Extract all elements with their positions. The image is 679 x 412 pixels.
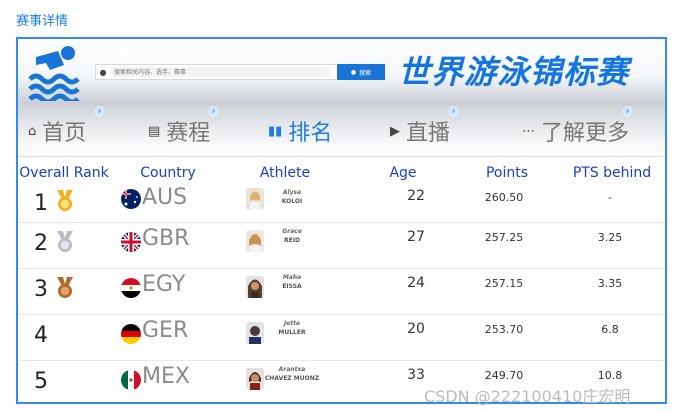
athlete-last-name: CHAVEZ MUONZ [264,375,320,382]
athlete-avatar [246,188,264,210]
rank-value: 1 [34,191,48,216]
points-value: 253.70 [484,323,524,336]
play-icon: ▶ [390,123,400,139]
header-points: Points [485,165,529,181]
athlete-last-name: KOLOI [281,198,303,205]
country-code: GBR [142,226,190,251]
athlete-first-name: Alysa [282,189,302,196]
points-value: 257.25 [484,231,524,244]
bronze-medal-icon [57,277,73,298]
pts-behind-value: 6.8 [601,323,619,336]
tab-more[interactable]: ⋯ 了解更多 ⚡ [522,105,633,157]
athlete-avatar [246,368,264,390]
rank-value: 3 [34,277,48,302]
tab-ranking[interactable]: ▮▮ 排名 [268,105,332,157]
bolt-icon: ⚡ [622,106,633,117]
mexico-flag-icon [121,370,141,390]
ranking-table: 1 AUS Alysa KOLOI 22 260.50 - 2 GBR Grac… [18,185,665,402]
swimmer-logo-icon [28,46,80,101]
search-button-icon: ● [350,68,357,76]
athlete-last-name: EISSA [282,283,302,290]
tab-home[interactable]: ⌂ 首页 ⚡ [28,105,105,157]
germany-flag-icon [121,324,141,344]
tab-schedule[interactable]: ▤ 赛程 ⚡ [148,105,219,157]
athlete-last-name: REID [284,237,300,244]
bolt-icon: ⚡ [448,106,459,117]
home-icon: ⌂ [28,123,37,139]
tab-live-label: 直播 [406,121,451,146]
header-pts-behind: PTS behind [572,165,652,181]
table-header: Overall Rank Country Athlete Age Points … [18,165,665,185]
athlete-avatar [246,230,264,252]
watermark: CSDN @222100410庄宏明 [424,387,631,406]
banner: ● ● 搜索 世界游泳锦标赛 [18,39,665,105]
australia-flag-icon [121,189,141,209]
country-code: EGY [142,272,186,297]
age-value: 22 [407,188,425,204]
athlete-first-name: Maha [282,274,302,281]
nav-bar: ⌂ 首页 ⚡ ▤ 赛程 ⚡ ▮▮ 排名 ▶ 直播 ⚡ ⋯ 了解更多 ⚡ [18,105,665,157]
athlete-first-name: Arantxa [278,366,306,373]
ranking-icon: ▮▮ [268,123,283,139]
age-value: 27 [407,229,425,245]
points-value: 260.50 [484,191,524,204]
more-icon: ⋯ [522,123,535,139]
athlete-first-name: Jette [283,320,301,327]
app-frame: ● ● 搜索 世界游泳锦标赛 ⌂ 首页 ⚡ ▤ 赛程 ⚡ ▮▮ 排名 ▶ 直播 … [16,37,667,404]
header-age: Age [389,165,417,181]
gold-medal-icon [57,190,73,211]
tab-schedule-label: 赛程 [166,121,211,146]
rank-value: 4 [34,323,48,348]
athlete-avatar [246,322,264,344]
athlete-avatar [246,276,264,298]
header-country: Country [140,165,196,181]
bolt-icon: ⚡ [94,106,105,117]
table-row: 1 AUS Alysa KOLOI 22 260.50 - [18,185,665,223]
points-value: 257.15 [484,277,524,290]
schedule-icon: ▤ [148,123,161,139]
table-row: 4 GER Jette MULLER 20 253.70 6.8 [18,315,665,361]
header-athlete: Athlete [259,165,311,181]
age-value: 24 [407,275,425,291]
athlete-name: Jette MULLER [264,319,320,337]
country-code: AUS [142,185,188,210]
athlete-name: Grace REID [264,227,320,245]
search-input[interactable] [110,67,331,77]
athlete-first-name: Grace [282,228,302,235]
table-row: 2 GBR Grace REID 27 257.25 3.25 [18,223,665,269]
search-button-label: 搜索 [359,69,372,77]
silver-medal-icon [57,231,73,252]
age-value: 33 [407,367,425,383]
header-rank: Overall Rank [19,165,109,181]
tab-home-label: 首页 [42,121,87,146]
rank-value: 5 [34,369,48,394]
athlete-name: Maha EISSA [264,273,320,291]
page-label: 赛事详情 [16,14,69,29]
uk-flag-icon [121,232,141,252]
pts-behind-value: - [608,191,612,204]
country-code: MEX [142,364,190,389]
athlete-last-name: MULLER [278,329,306,336]
bolt-icon: ⚡ [208,106,219,117]
search-icon: ● [99,67,107,77]
search-bar: ● ● 搜索 [95,64,385,80]
pts-behind-value: 3.25 [597,231,623,244]
tab-ranking-label: 排名 [288,121,333,146]
egypt-flag-icon [121,278,141,298]
pts-behind-value: 3.35 [597,277,623,290]
tab-live[interactable]: ▶ 直播 ⚡ [390,105,459,157]
rank-value: 2 [34,231,48,256]
points-value: 249.70 [484,369,524,382]
table-row: 3 EGY Maha EISSA 24 257.15 3.35 [18,269,665,315]
country-code: GER [142,318,189,343]
athlete-name: Alysa KOLOI [264,188,320,206]
athlete-name: Arantxa CHAVEZ MUONZ [264,365,320,383]
age-value: 20 [407,321,425,337]
pts-behind-value: 10.8 [597,369,623,382]
banner-title: 世界游泳锦标赛 [398,53,630,91]
search-button[interactable]: ● 搜索 [337,64,385,80]
tab-more-label: 了解更多 [541,121,630,146]
